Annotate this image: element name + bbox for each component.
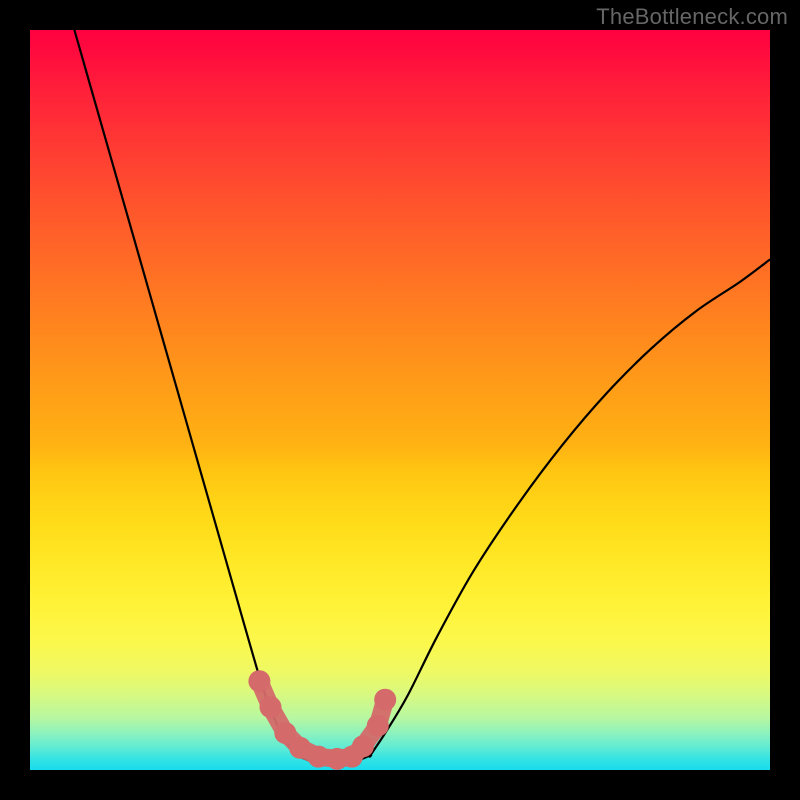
chart-frame: TheBottleneck.com [0, 0, 800, 800]
marker-dot [367, 715, 389, 737]
highlight-markers [248, 670, 396, 770]
marker-dot [260, 696, 282, 718]
watermark-text: TheBottleneck.com [596, 4, 788, 30]
curve-line [74, 30, 770, 763]
marker-dot [248, 670, 270, 692]
marker-dot [308, 746, 330, 768]
bottleneck-curve [74, 30, 770, 763]
marker-dot [374, 689, 396, 711]
chart-svg [30, 30, 770, 770]
marker-dot [352, 735, 374, 757]
plot-area [30, 30, 770, 770]
